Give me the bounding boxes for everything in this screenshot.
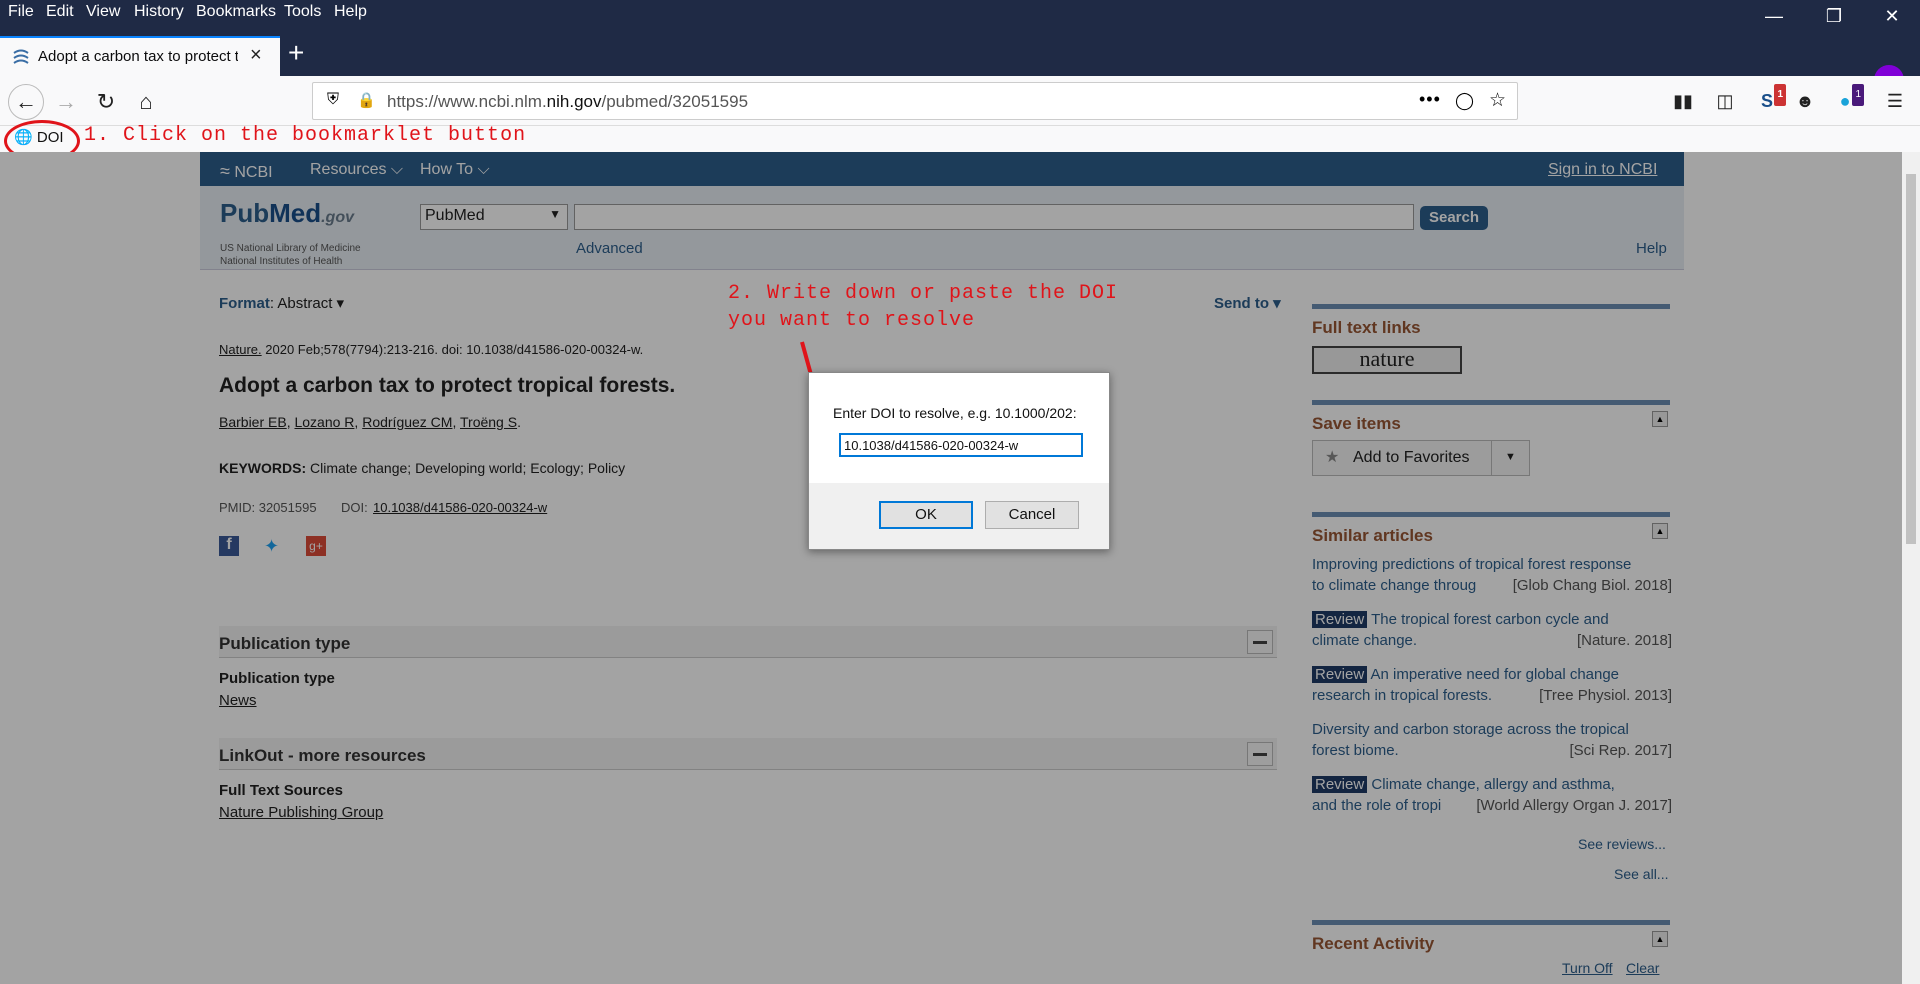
tab-close-icon[interactable]: × <box>250 44 262 67</box>
menu-bookmarks[interactable]: Bookmarks <box>196 3 276 21</box>
annotation-step1: 1. Click on the bookmarklet button <box>84 124 527 147</box>
url-bar[interactable]: ⛨ 🔒 https://www.ncbi.nlm.nih.gov/pubmed/… <box>312 82 1518 120</box>
scrollbar-thumb[interactable] <box>1906 174 1916 544</box>
extension-ghost-icon[interactable]: ● 1 <box>1834 84 1864 112</box>
menu-bar: File Edit View History Bookmarks Tools H… <box>0 0 1920 26</box>
bookmarks-bar: 🌐 DOI 1. Click on the bookmarklet button <box>0 120 1920 162</box>
ok-button[interactable]: OK <box>879 501 973 529</box>
home-icon[interactable]: ⌂ <box>132 88 160 116</box>
doi-input[interactable] <box>839 433 1083 457</box>
extension-s-icon[interactable]: S1 <box>1756 84 1786 112</box>
doi-prompt-dialog: Enter DOI to resolve, e.g. 10.1000/202: … <box>808 372 1110 550</box>
menu-help[interactable]: Help <box>334 3 367 21</box>
url-text: https://www.ncbi.nlm.nih.gov/pubmed/3205… <box>387 92 749 111</box>
menu-history[interactable]: History <box>134 3 184 21</box>
dialog-label: Enter DOI to resolve, e.g. 10.1000/202: <box>833 405 1077 421</box>
scrollbar[interactable] <box>1902 152 1920 984</box>
menu-file[interactable]: File <box>8 3 34 21</box>
library-icon[interactable]: ▮▮ <box>1672 90 1694 112</box>
menu-hamburger-icon[interactable]: ☰ <box>1884 90 1906 112</box>
nav-bar: ← → ↻ ⌂ ⛨ 🔒 https://www.ncbi.nlm.nih.gov… <box>0 76 1920 126</box>
pocket-icon[interactable]: ◯ <box>1455 91 1474 111</box>
tab-active[interactable]: Adopt a carbon tax to protect t × <box>0 36 280 76</box>
menu-edit[interactable]: Edit <box>46 3 74 21</box>
tracking-shield-icon[interactable]: ⛨ <box>327 91 339 109</box>
annotation-step2-line2: you want to resolve <box>728 309 976 332</box>
back-icon[interactable]: ← <box>8 84 44 120</box>
tab-title: Adopt a carbon tax to protect t <box>38 48 238 65</box>
cancel-button[interactable]: Cancel <box>985 501 1079 529</box>
modal-backdrop <box>0 152 1902 984</box>
menu-tools[interactable]: Tools <box>284 3 321 21</box>
forward-icon[interactable]: → <box>52 88 80 116</box>
menu-view[interactable]: View <box>86 3 120 21</box>
account-icon[interactable]: ☻ <box>1794 90 1816 112</box>
annotation-step2-line1: 2. Write down or paste the DOI <box>728 282 1119 305</box>
bookmark-star-icon[interactable]: ☆ <box>1489 89 1506 112</box>
new-tab-icon[interactable]: + <box>288 39 304 67</box>
lock-icon[interactable]: 🔒 <box>357 91 376 109</box>
ncbi-favicon-icon <box>13 49 29 64</box>
reload-icon[interactable]: ↻ <box>92 88 120 116</box>
browser-window: File Edit View History Bookmarks Tools H… <box>0 0 1920 984</box>
page-actions-icon[interactable]: ••• <box>1419 89 1441 110</box>
tab-bar: Adopt a carbon tax to protect t × + <box>0 26 1920 95</box>
sidebar-icon[interactable]: ◫ <box>1714 90 1736 112</box>
